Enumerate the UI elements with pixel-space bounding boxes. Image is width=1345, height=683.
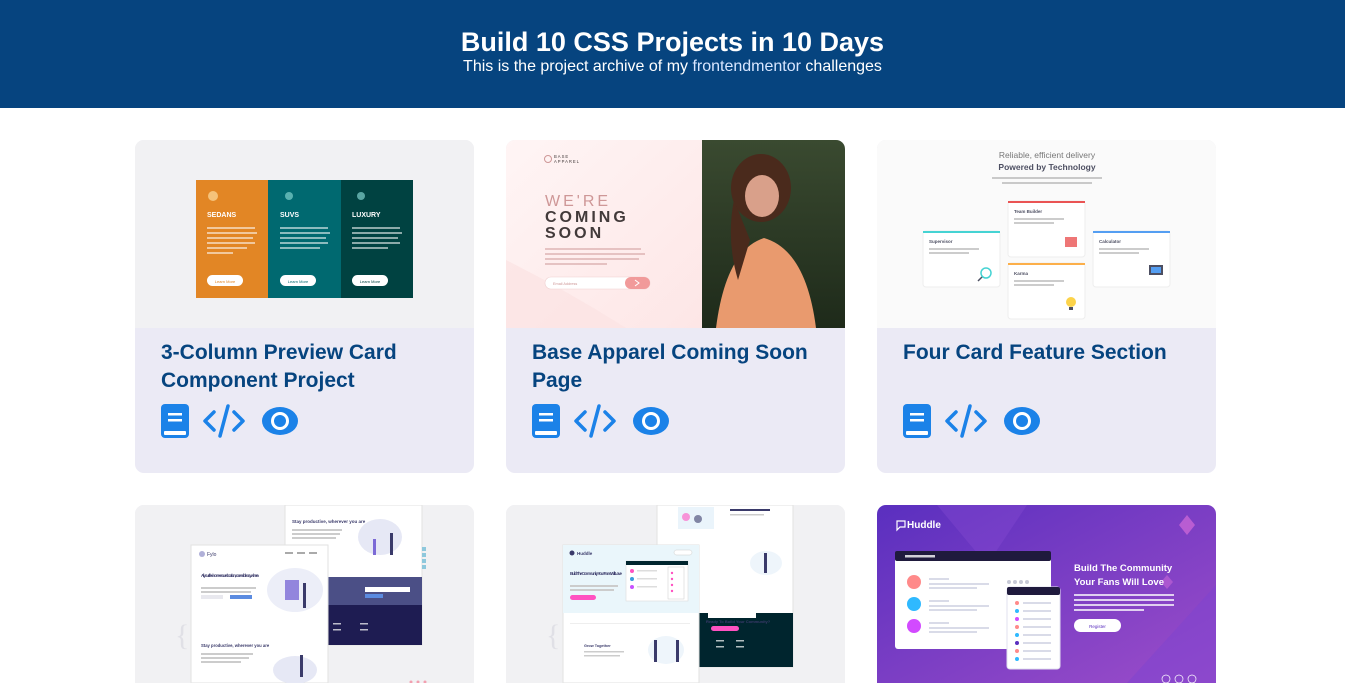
svg-text:Karma: Karma <box>1014 271 1029 276</box>
project-title: 3-Column Preview Card Component Project <box>161 341 397 392</box>
eye-icon[interactable] <box>632 404 670 438</box>
code-icon[interactable] <box>945 404 987 438</box>
four-card-preview: Reliable, efficient delivery Powered by … <box>877 140 1216 328</box>
code-icon[interactable] <box>203 404 245 438</box>
svg-text:COMING: COMING <box>545 209 629 226</box>
svg-text:Build The Community Your Fans: Build The Community Your Fans Will Love <box>570 571 623 576</box>
eye-icon[interactable] <box>1003 404 1041 438</box>
project-card-3-column: SEDANS SUVS LUXURY Learn More Learn More… <box>135 140 474 473</box>
huddle-purple-preview: Huddle Build The Community Your Fans Wil… <box>877 505 1216 683</box>
svg-text:Powered by Technology: Powered by Technology <box>998 162 1095 172</box>
svg-text:{: { <box>546 619 560 652</box>
svg-text:Calculator: Calculator <box>1099 239 1121 244</box>
project-title: Base Apparel Coming Soon Page <box>532 341 808 392</box>
svg-text:Learn More: Learn More <box>288 279 309 284</box>
svg-text:Stay productive, wherever you: Stay productive, wherever you are <box>292 519 366 524</box>
project-card-huddle-landing: Ready To Build Your Community? Huddle Bu… <box>506 505 845 683</box>
book-icon[interactable] <box>532 404 560 438</box>
svg-text:Huddle: Huddle <box>907 520 941 531</box>
svg-text:Learn More: Learn More <box>215 279 236 284</box>
book-icon[interactable] <box>161 404 189 438</box>
svg-text:SEDANS: SEDANS <box>207 212 237 219</box>
project-thumbnail[interactable]: Stay productive, wherever you are Fylo A… <box>135 505 474 683</box>
fylo-preview: Stay productive, wherever you are Fylo A… <box>135 505 474 683</box>
svg-text:LUXURY: LUXURY <box>352 212 381 219</box>
page-header: Build 10 CSS Projects in 10 Days This is… <box>0 0 1345 108</box>
base-apparel-preview: BASE APPAREL WE'RE COMING SOON Email Add… <box>506 140 845 328</box>
book-icon[interactable] <box>903 404 931 438</box>
svg-text:Grow Together: Grow Together <box>584 644 611 648</box>
svg-text:Supervisor: Supervisor <box>929 239 953 244</box>
project-thumbnail[interactable]: Reliable, efficient delivery Powered by … <box>877 140 1216 328</box>
project-card-four-card-feature: Reliable, efficient delivery Powered by … <box>877 140 1216 473</box>
project-thumbnail[interactable]: Huddle Build The Community Your Fans Wil… <box>877 505 1216 683</box>
project-thumbnail[interactable]: Ready To Build Your Community? Huddle Bu… <box>506 505 845 683</box>
svg-text:Email Address: Email Address <box>553 282 577 286</box>
three-column-preview: SEDANS SUVS LUXURY Learn More Learn More… <box>135 140 474 328</box>
frontendmentor-link[interactable]: frontendmentor <box>692 58 801 75</box>
svg-text:Build The Community: Build The Community <box>1074 563 1173 574</box>
huddle-landing-preview: Ready To Build Your Community? Huddle Bu… <box>506 505 845 683</box>
svg-text:WE'RE: WE'RE <box>545 193 611 210</box>
code-icon[interactable] <box>574 404 616 438</box>
project-card-huddle-purple: Huddle Build The Community Your Fans Wil… <box>877 505 1216 683</box>
svg-text:Fylo: Fylo <box>207 552 217 558</box>
svg-text:SUVS: SUVS <box>280 212 299 219</box>
svg-text:{: { <box>175 619 189 652</box>
project-card-base-apparel: BASE APPAREL WE'RE COMING SOON Email Add… <box>506 140 845 473</box>
svg-text:APPAREL: APPAREL <box>554 159 580 164</box>
svg-text:Ready To Build Your Community?: Ready To Build Your Community? <box>706 619 771 624</box>
page-title: Build 10 CSS Projects in 10 Days <box>460 27 885 57</box>
project-thumbnail[interactable]: SEDANS SUVS LUXURY Learn More Learn More… <box>135 140 474 328</box>
svg-text:Stay productive, wherever you: Stay productive, wherever you are <box>201 643 270 648</box>
page-subtitle: This is the project archive of my fronte… <box>0 58 1345 76</box>
svg-text:SOON: SOON <box>545 225 604 242</box>
project-thumbnail[interactable]: BASE APPAREL WE'RE COMING SOON Email Add… <box>506 140 845 328</box>
svg-text:Your Fans Will Love: Your Fans Will Love <box>1074 577 1164 588</box>
eye-icon[interactable] <box>261 404 299 438</box>
svg-text:Register: Register <box>1089 624 1106 629</box>
svg-text:All your files in one secure l: All your files in one secure location, a… <box>201 573 259 578</box>
svg-text:Reliable, efficient delivery: Reliable, efficient delivery <box>999 150 1096 160</box>
subtitle-prefix: This is the project archive of my <box>463 58 693 75</box>
subtitle-suffix: challenges <box>800 58 882 75</box>
project-title: Four Card Feature Section <box>903 341 1167 364</box>
project-card-fylo: Stay productive, wherever you are Fylo A… <box>135 505 474 683</box>
svg-text:Huddle: Huddle <box>577 551 593 556</box>
svg-text:Learn More: Learn More <box>360 279 381 284</box>
svg-text:Team Builder: Team Builder <box>1014 209 1042 214</box>
